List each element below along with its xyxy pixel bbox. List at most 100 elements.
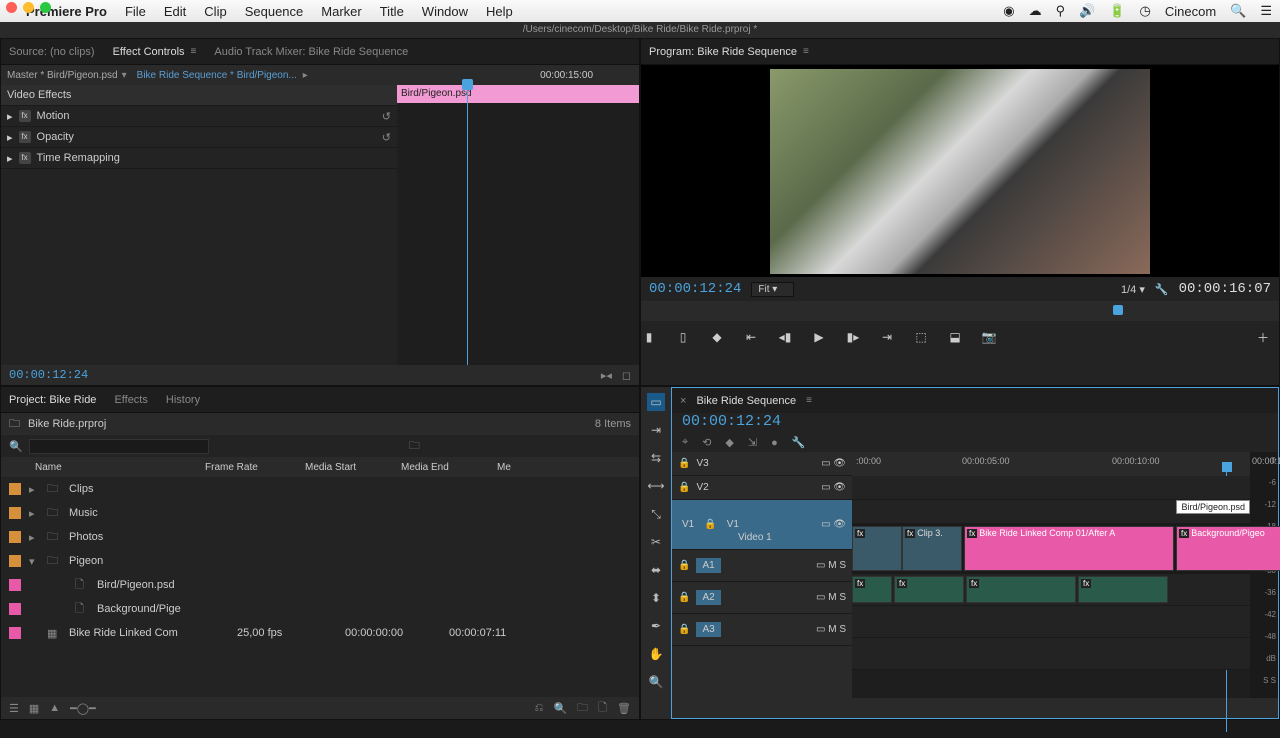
- effect-controls-tab[interactable]: Effect Controls≡: [113, 46, 197, 58]
- go-out-icon[interactable]: ⇥: [879, 330, 895, 344]
- snap-icon[interactable]: ⌖: [682, 436, 688, 449]
- search-input[interactable]: [29, 439, 209, 454]
- reset-icon[interactable]: ↺: [382, 110, 391, 123]
- cloud-icon[interactable]: ☁: [1029, 3, 1042, 19]
- zoom-tool[interactable]: 🔍: [647, 673, 665, 691]
- track-header-v1[interactable]: V1🔒 V1 ▭ 👁 Video 1: [672, 500, 852, 550]
- toggle-icon[interactable]: ▸◂: [601, 369, 612, 382]
- track-a1[interactable]: fx fx fx fx: [852, 574, 1250, 606]
- settings-icon[interactable]: ●: [771, 437, 778, 449]
- audio-clip[interactable]: fx: [852, 576, 892, 603]
- audio-mixer-tab[interactable]: Audio Track Mixer: Bike Ride Sequence: [214, 46, 408, 58]
- video-effects-section[interactable]: Video Effects: [1, 85, 397, 106]
- delete-icon[interactable]: 🗑: [617, 702, 631, 715]
- menu-help[interactable]: Help: [486, 4, 513, 19]
- project-list[interactable]: ▸ 🗀 Clips ▸ 🗀 Music ▸ 🗀 Photos ▾ 🗀 Pigeo…: [1, 477, 639, 697]
- timeline-ruler[interactable]: :00:00 00:00:05:00 00:00:10:00 00:00:15: [852, 452, 1250, 476]
- effects-tab[interactable]: Effects: [114, 394, 147, 406]
- effect-opacity[interactable]: ▸fxOpacity↺: [1, 127, 397, 148]
- insert-icon[interactable]: ⇲: [748, 436, 757, 449]
- effect-motion[interactable]: ▸fxMotion↺: [1, 106, 397, 127]
- close-window[interactable]: [6, 2, 17, 13]
- extract-icon[interactable]: ⬓: [947, 330, 963, 344]
- project-item[interactable]: ▾ 🗀 Pigeon: [1, 549, 639, 573]
- program-current-tc[interactable]: 00:00:12:24: [649, 281, 741, 297]
- battery-icon[interactable]: 🔋: [1109, 3, 1125, 19]
- program-playhead[interactable]: [1113, 305, 1123, 315]
- new-bin-icon[interactable]: 🗀: [577, 699, 588, 718]
- wifi-icon[interactable]: ⚲: [1056, 3, 1066, 19]
- slide-tool[interactable]: ⬍: [647, 589, 665, 607]
- history-tab[interactable]: History: [166, 394, 200, 406]
- selection-tool[interactable]: ▭: [647, 393, 665, 411]
- minimize-window[interactable]: [23, 2, 34, 13]
- effect-time-remapping[interactable]: ▸fxTime Remapping: [1, 148, 397, 169]
- mark-in-icon[interactable]: ▮: [641, 330, 657, 344]
- find-icon[interactable]: 🔍: [553, 702, 567, 715]
- track-v1[interactable]: fxfxClip 3.fxBike Ride Linked Comp 01/Af…: [852, 524, 1250, 574]
- timeline-playhead[interactable]: [1222, 462, 1232, 472]
- menu-icon[interactable]: ☰: [1260, 3, 1272, 19]
- menu-sequence[interactable]: Sequence: [245, 4, 304, 19]
- menu-marker[interactable]: Marker: [321, 4, 361, 19]
- track-v2[interactable]: Bird/Pigeon.psd: [852, 500, 1250, 524]
- menu-clip[interactable]: Clip: [204, 4, 226, 19]
- bin-icon[interactable]: 🗀: [9, 415, 20, 434]
- effect-clip-bar[interactable]: Bird/Pigeon.psd: [397, 85, 639, 103]
- rolling-tool[interactable]: ⟷: [647, 477, 665, 495]
- menu-edit[interactable]: Edit: [164, 4, 186, 19]
- mark-out-icon[interactable]: ▯: [675, 330, 691, 344]
- hand-tool[interactable]: ✋: [647, 645, 665, 663]
- automate-icon[interactable]: ⎌: [535, 702, 544, 715]
- zoom-window[interactable]: [40, 2, 51, 13]
- disclosure-icon[interactable]: ▸: [29, 483, 39, 496]
- timeline-clip[interactable]: fxClip 3.: [902, 526, 962, 571]
- timeline-clip[interactable]: fx: [852, 526, 902, 571]
- ripple-tool[interactable]: ⇆: [647, 449, 665, 467]
- zoom-slider[interactable]: ━◯━: [70, 702, 96, 715]
- disclosure-icon[interactable]: ▾: [29, 555, 39, 568]
- menu-title[interactable]: Title: [380, 4, 404, 19]
- timeline-tc[interactable]: 00:00:12:24: [682, 413, 781, 430]
- timeline-clip[interactable]: fxBike Ride Linked Comp 01/After A: [964, 526, 1174, 571]
- project-item[interactable]: 🗋 Bird/Pigeon.psd: [1, 573, 639, 597]
- button-editor-icon[interactable]: ＋: [1255, 329, 1271, 346]
- zoom-fit-select[interactable]: Fit ▾: [751, 282, 794, 297]
- marker-add-icon[interactable]: ◆: [725, 436, 733, 449]
- user-name[interactable]: Cinecom: [1165, 4, 1216, 19]
- track-v3[interactable]: [852, 476, 1250, 500]
- timeline-scrollbar[interactable]: [672, 698, 1278, 718]
- program-scrubber[interactable]: [641, 301, 1279, 321]
- status-icon[interactable]: ◉: [1003, 3, 1014, 19]
- disclosure-icon[interactable]: ▸: [29, 507, 39, 520]
- audio-clip[interactable]: fx: [1078, 576, 1168, 603]
- track-a3[interactable]: [852, 638, 1250, 670]
- freeform-icon[interactable]: ▲: [49, 702, 60, 714]
- project-item[interactable]: ▦ Bike Ride Linked Com 25,00 fps00:00:00…: [1, 621, 639, 645]
- step-fwd-icon[interactable]: ▮▸: [845, 330, 861, 344]
- search-icon[interactable]: 🔍: [9, 440, 23, 453]
- resolution-select[interactable]: 1/4 ▾: [1121, 283, 1145, 296]
- track-select-tool[interactable]: ⇥: [647, 421, 665, 439]
- go-in-icon[interactable]: ⇤: [743, 330, 759, 344]
- spotlight-icon[interactable]: 🔍: [1230, 3, 1246, 19]
- track-header-a1[interactable]: 🔒A1▭ M S: [672, 550, 852, 582]
- settings-wrench-icon[interactable]: 🔧: [1155, 283, 1169, 296]
- project-item[interactable]: ▸ 🗀 Clips: [1, 477, 639, 501]
- track-a2[interactable]: [852, 606, 1250, 638]
- step-back-icon[interactable]: ◂▮: [777, 330, 793, 344]
- project-item[interactable]: ▸ 🗀 Music: [1, 501, 639, 525]
- project-item[interactable]: 🗋 Background/Pige: [1, 597, 639, 621]
- disclosure-icon[interactable]: ▸: [29, 531, 39, 544]
- play-icon[interactable]: ▶: [811, 330, 827, 344]
- effect-playhead[interactable]: [467, 85, 468, 365]
- slip-tool[interactable]: ⬌: [647, 561, 665, 579]
- project-tab[interactable]: Project: Bike Ride: [9, 394, 96, 406]
- close-seq-icon[interactable]: ×: [680, 395, 686, 407]
- audio-clip[interactable]: fx: [894, 576, 964, 603]
- lift-icon[interactable]: ⬚: [913, 330, 929, 344]
- track-header-v3[interactable]: 🔒V3▭ 👁: [672, 452, 852, 476]
- clock-icon[interactable]: ◷: [1140, 3, 1151, 19]
- rate-stretch-tool[interactable]: ⤡: [647, 505, 665, 523]
- new-item-icon[interactable]: 🗋: [598, 699, 607, 718]
